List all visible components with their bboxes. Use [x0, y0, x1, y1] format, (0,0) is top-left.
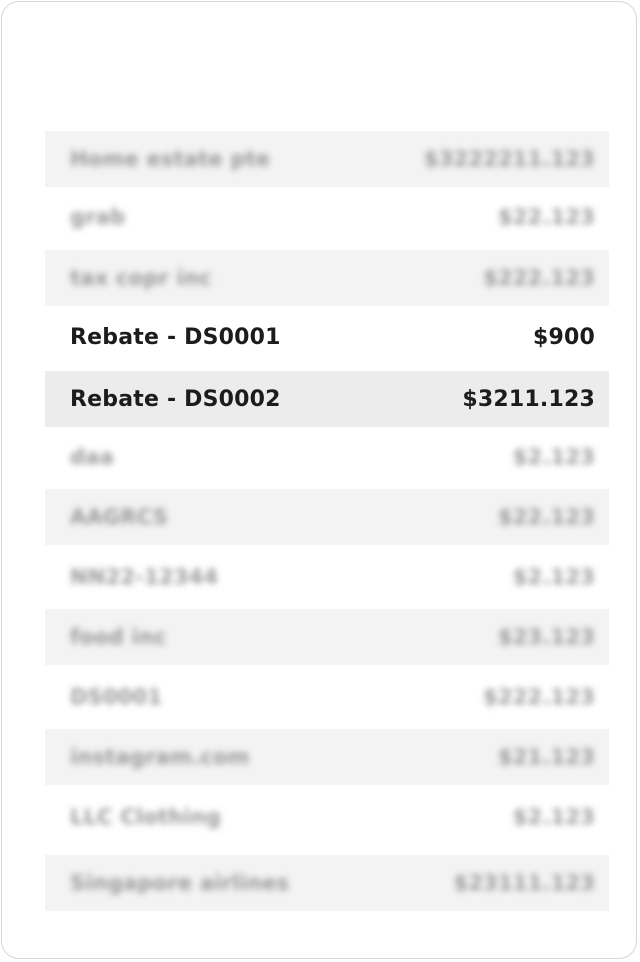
transaction-amount: $3211.123: [462, 386, 595, 412]
transaction-label: food inc: [70, 625, 167, 649]
transaction-label: Home estate pte: [70, 147, 271, 171]
transaction-label: instagram.com: [70, 745, 250, 769]
transaction-row-highlighted[interactable]: Rebate - DS0001 $900: [45, 309, 609, 365]
transaction-row[interactable]: Singapore airlines $23111.123: [45, 855, 609, 911]
transaction-label: Rebate - DS0001: [70, 324, 281, 350]
transaction-row[interactable]: LLC Clothing $2.123: [45, 789, 609, 845]
transaction-amount: $900: [532, 324, 595, 350]
transaction-row[interactable]: AAGRCS $22.123: [45, 489, 609, 545]
transaction-row[interactable]: instagram.com $21.123: [45, 729, 609, 785]
transaction-amount: $23.123: [497, 625, 595, 649]
transaction-row[interactable]: DS0001 $222.123: [45, 669, 609, 725]
transaction-row[interactable]: tax copr inc $222.123: [45, 250, 609, 306]
transaction-amount: $21.123: [497, 745, 595, 769]
transaction-label: tax copr inc: [70, 266, 212, 290]
transaction-row[interactable]: grab $22.123: [45, 189, 609, 245]
transaction-row[interactable]: daa $2.123: [45, 429, 609, 485]
transaction-label: AAGRCS: [70, 505, 169, 529]
transaction-row-highlighted[interactable]: Rebate - DS0002 $3211.123: [45, 371, 609, 427]
transaction-amount: $3222211.123: [423, 147, 595, 171]
transaction-amount: $22.123: [497, 505, 595, 529]
transaction-row[interactable]: Home estate pte $3222211.123: [45, 131, 609, 187]
transaction-label: daa: [70, 445, 114, 469]
transaction-amount: $222.123: [483, 685, 595, 709]
transaction-amount: $2.123: [512, 565, 595, 589]
transaction-amount: $2.123: [512, 445, 595, 469]
transaction-label: Rebate - DS0002: [70, 386, 281, 412]
transaction-label: Singapore airlines: [70, 871, 290, 895]
transaction-label: LLC Clothing: [70, 805, 222, 829]
transaction-row[interactable]: NN22-12344 $2.123: [45, 549, 609, 605]
transaction-label: DS0001: [70, 685, 163, 709]
transaction-amount: $23111.123: [453, 871, 595, 895]
transaction-label: grab: [70, 205, 126, 229]
transaction-amount: $222.123: [483, 266, 595, 290]
transaction-label: NN22-12344: [70, 565, 219, 589]
transaction-amount: $22.123: [497, 205, 595, 229]
transactions-card: Home estate pte $3222211.123 grab $22.123 ta…: [1, 1, 637, 959]
transaction-row[interactable]: food inc $23.123: [45, 609, 609, 665]
transaction-amount: $2.123: [512, 805, 595, 829]
